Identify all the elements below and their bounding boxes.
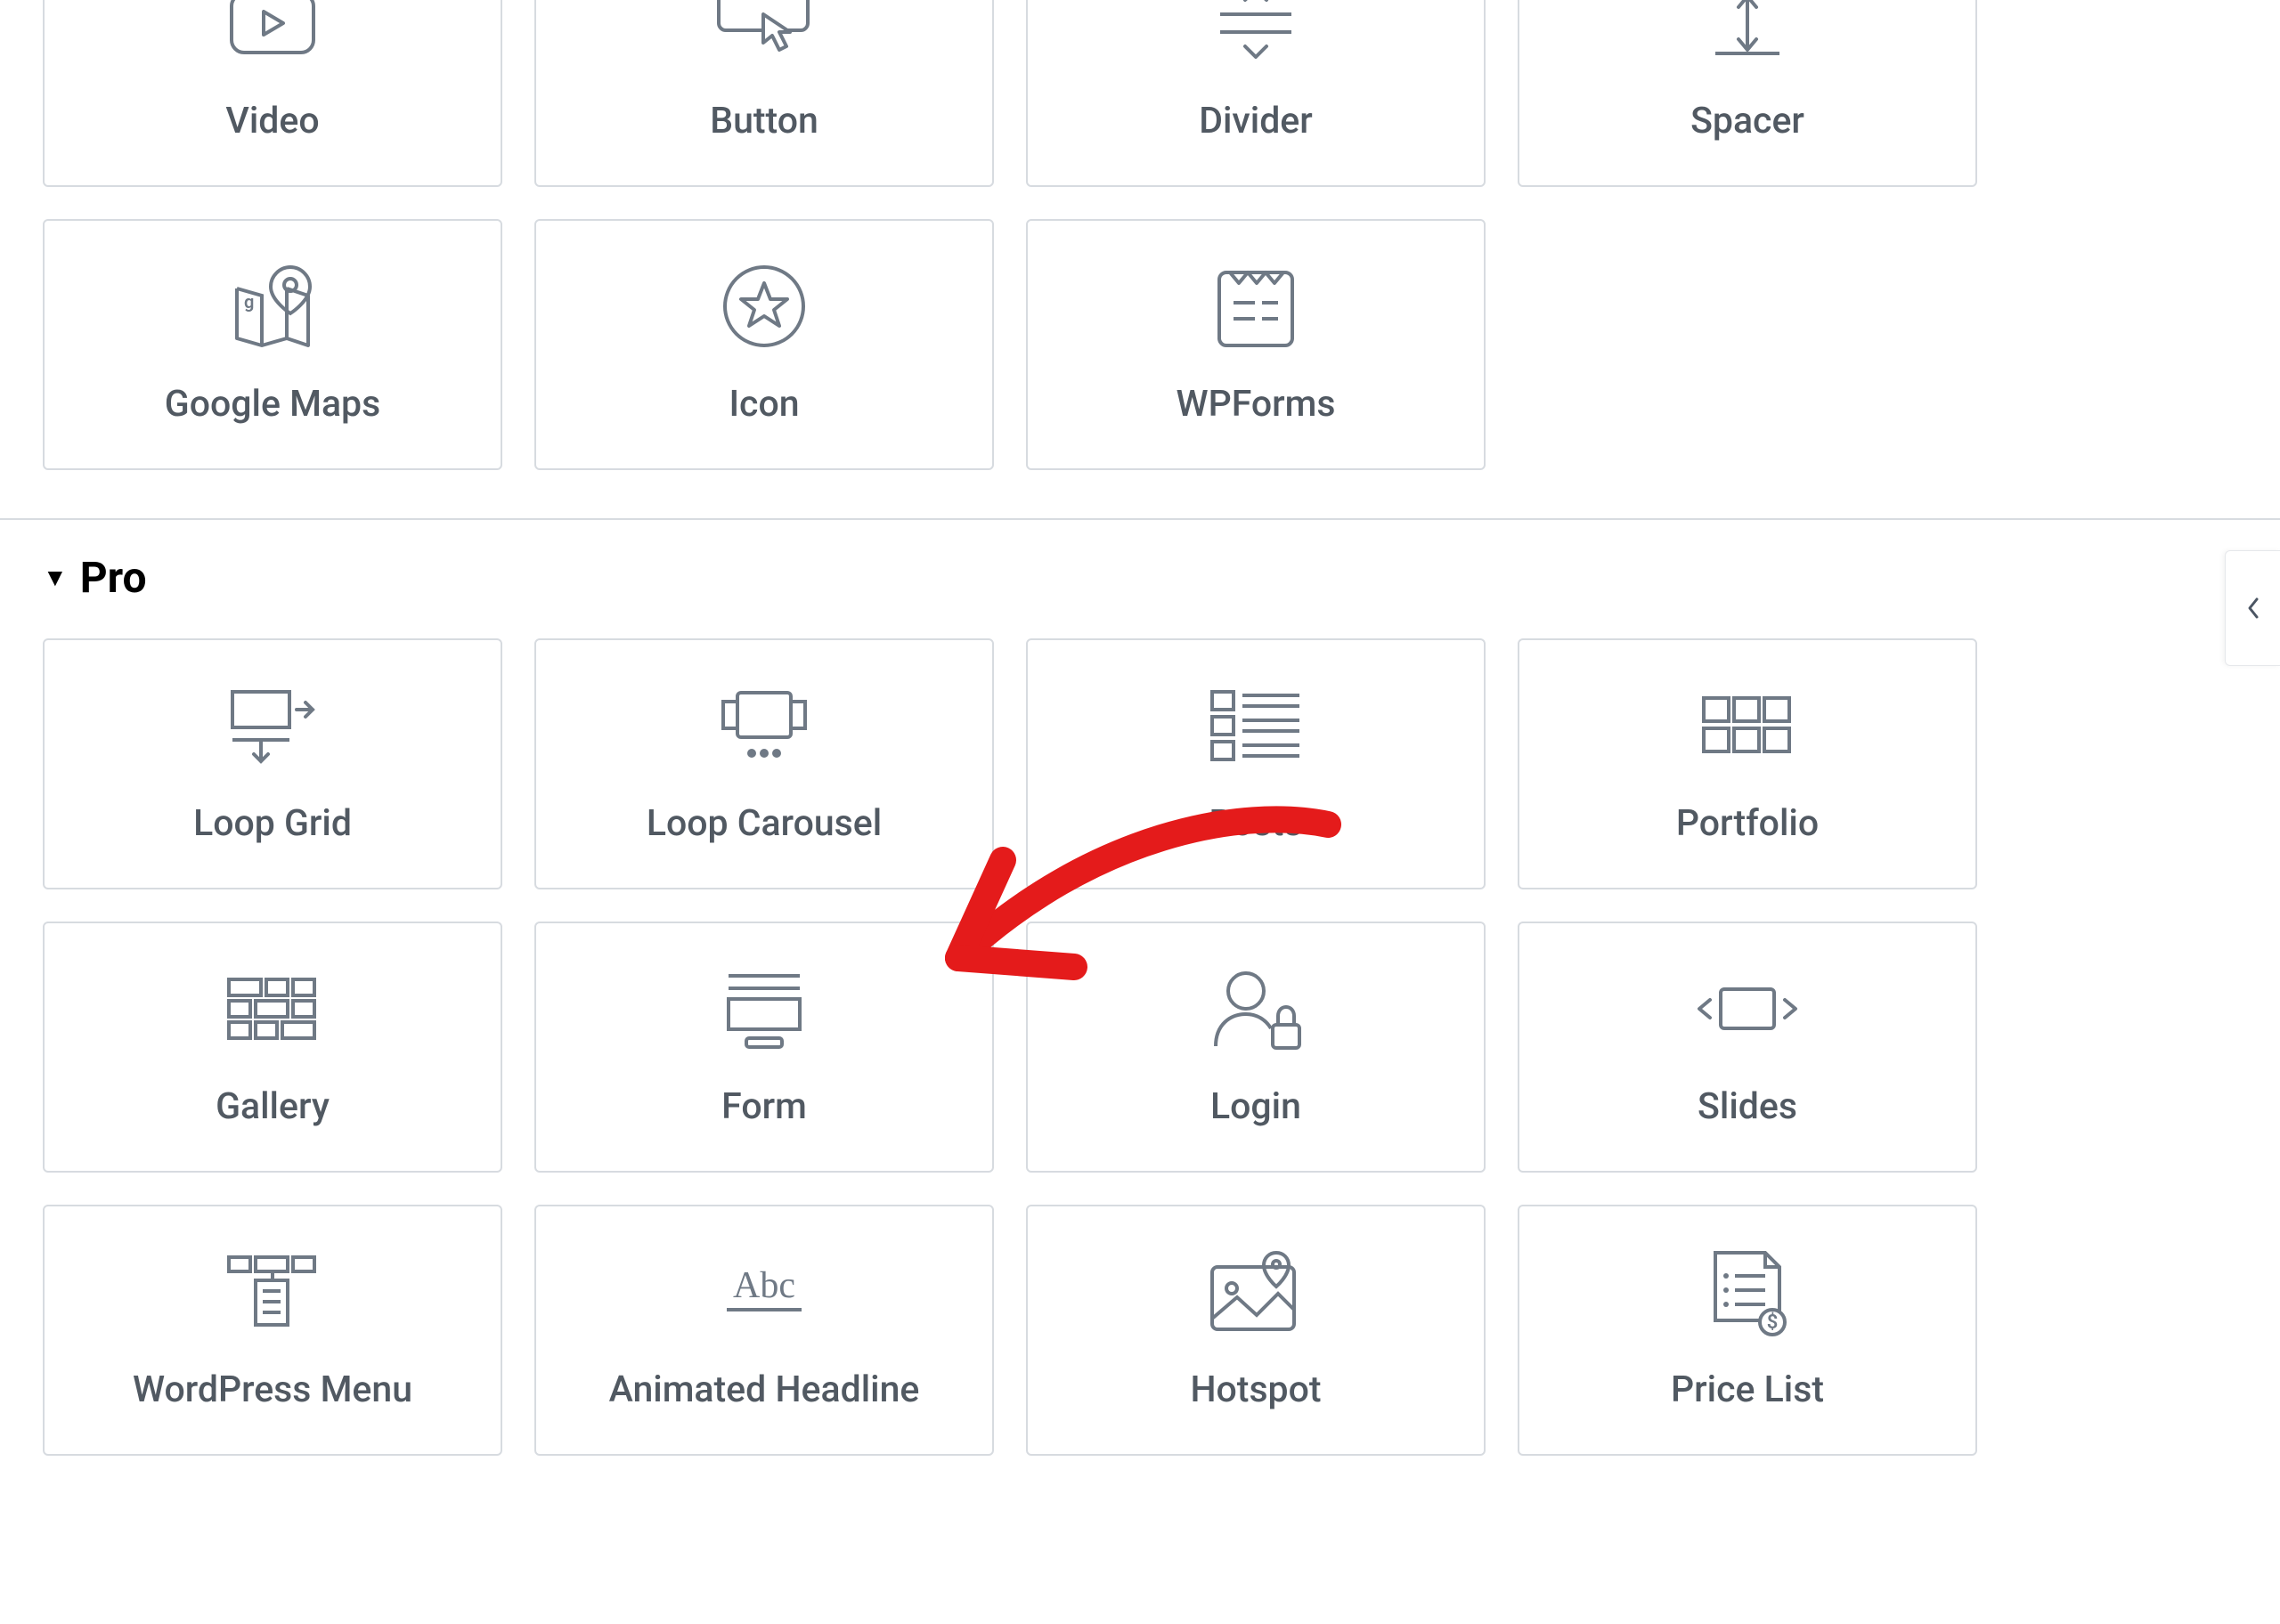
posts-icon	[1207, 683, 1305, 768]
slides-icon	[1694, 966, 1801, 1052]
widget-label: Login	[1210, 1087, 1301, 1127]
widget-icon[interactable]: Icon	[534, 219, 994, 470]
widget-wpforms[interactable]: WPForms	[1026, 219, 1486, 470]
widget-hotspot[interactable]: Hotspot	[1026, 1205, 1486, 1456]
video-icon	[230, 0, 315, 66]
wpforms-icon	[1216, 264, 1296, 349]
svg-text:$: $	[1767, 1311, 1779, 1334]
widget-label: Gallery	[216, 1087, 330, 1127]
widget-google-maps[interactable]: g Google Maps	[43, 219, 502, 470]
widget-label: Price List	[1671, 1370, 1824, 1410]
widget-button[interactable]: Button	[534, 0, 994, 187]
widget-login[interactable]: Login	[1026, 922, 1486, 1173]
login-icon	[1207, 966, 1305, 1052]
spacer-icon	[1705, 0, 1790, 66]
gallery-icon	[224, 966, 322, 1052]
widget-loop-carousel[interactable]: Loop Carousel	[534, 638, 994, 889]
widget-label: Portfolio	[1676, 804, 1819, 844]
widget-label: Form	[721, 1087, 807, 1127]
widget-loop-grid[interactable]: Loop Grid	[43, 638, 502, 889]
svg-text:g: g	[244, 291, 254, 313]
widget-label: Icon	[729, 385, 799, 425]
pro-section-header[interactable]: ▼ Pro	[0, 520, 2280, 638]
widget-label: Animated Headline	[609, 1370, 920, 1410]
widget-divider[interactable]: Divider	[1026, 0, 1486, 187]
widget-label: Slides	[1698, 1087, 1797, 1127]
section-title: Pro	[80, 552, 147, 603]
widget-spacer[interactable]: Spacer	[1518, 0, 1977, 187]
svg-text:Abc: Abc	[733, 1265, 795, 1306]
loop-carousel-icon	[711, 683, 818, 768]
basic-widgets-row-1: Video Button Divider	[0, 0, 2280, 187]
widget-label: Posts	[1209, 804, 1302, 844]
widget-label: Divider	[1199, 102, 1313, 142]
widget-price-list[interactable]: $ Price List	[1518, 1205, 1977, 1456]
button-icon	[715, 0, 813, 66]
pro-widgets-row-0: Loop Grid Loop Carousel	[0, 638, 2280, 889]
widget-wordpress-menu[interactable]: WordPress Menu	[43, 1205, 502, 1456]
pro-widgets-row-2: WordPress Menu Abc Animated Headline Hot…	[0, 1205, 2280, 1456]
widget-label: Google Maps	[165, 385, 380, 425]
widget-gallery[interactable]: Gallery	[43, 922, 502, 1173]
widget-label: WPForms	[1177, 385, 1336, 425]
widget-label: Button	[710, 102, 818, 142]
star-circle-icon	[721, 264, 807, 349]
widget-label: Hotspot	[1190, 1370, 1321, 1410]
divider-icon	[1213, 0, 1299, 66]
widget-label: Spacer	[1690, 102, 1804, 142]
animated-headline-icon: Abc	[711, 1249, 818, 1335]
widget-form[interactable]: Form	[534, 922, 994, 1173]
widget-label: Loop Grid	[193, 804, 352, 844]
widget-slides[interactable]: Slides	[1518, 922, 1977, 1173]
chevron-left-icon	[2244, 594, 2262, 622]
wordpress-menu-icon	[224, 1249, 322, 1335]
pro-widgets-row-1: Gallery Form Login	[0, 922, 2280, 1173]
widget-label: Video	[225, 102, 319, 142]
price-list-icon: $	[1705, 1249, 1790, 1335]
widget-label: WordPress Menu	[133, 1370, 412, 1410]
form-icon	[720, 966, 809, 1052]
portfolio-icon	[1698, 683, 1796, 768]
caret-down-icon: ▼	[43, 563, 68, 592]
hotspot-icon	[1207, 1249, 1305, 1335]
widget-video[interactable]: Video	[43, 0, 502, 187]
google-maps-icon: g	[228, 264, 317, 349]
basic-widgets-row-2: g Google Maps Icon WPForms	[0, 219, 2280, 470]
widget-portfolio[interactable]: Portfolio	[1518, 638, 1977, 889]
widget-animated-headline[interactable]: Abc Animated Headline	[534, 1205, 994, 1456]
loop-grid-icon	[224, 683, 322, 768]
panel-collapse-handle[interactable]	[2225, 550, 2280, 666]
widget-label: Loop Carousel	[647, 804, 882, 844]
widget-posts[interactable]: Posts	[1026, 638, 1486, 889]
